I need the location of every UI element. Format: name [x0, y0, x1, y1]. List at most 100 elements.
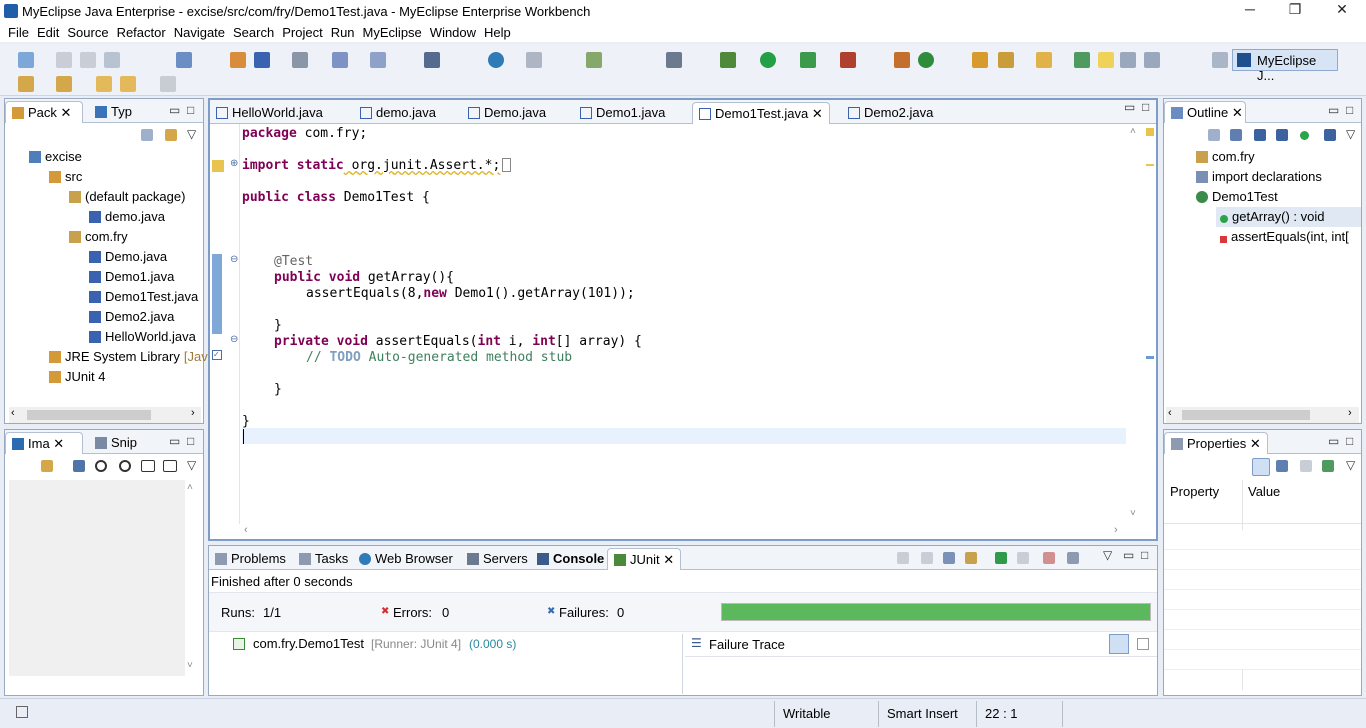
- code-line-10[interactable]: }: [274, 382, 282, 398]
- history-icon[interactable]: [1067, 552, 1079, 564]
- view-menu-icon[interactable]: ▽: [1103, 548, 1112, 562]
- horizontal-scrollbar[interactable]: ‹ ›: [1166, 407, 1359, 423]
- minimize-icon[interactable]: ▭: [1328, 434, 1339, 448]
- tree-item-src[interactable]: src: [5, 167, 203, 187]
- compare-icon[interactable]: [1137, 638, 1149, 650]
- tab-properties[interactable]: Properties ✕: [1164, 432, 1268, 454]
- code-line-9[interactable]: // TODO Auto-generated method stub: [306, 350, 572, 366]
- nav-back-icon[interactable]: [120, 76, 136, 92]
- show-whitespace-icon[interactable]: [1144, 52, 1160, 68]
- image-icon[interactable]: [586, 52, 602, 68]
- close-button[interactable]: ✕: [1324, 1, 1360, 21]
- close-icon[interactable]: ✕: [663, 552, 674, 567]
- tab-helloworld-java[interactable]: HelloWorld.java: [210, 102, 329, 124]
- new-java-project-icon[interactable]: [894, 52, 910, 68]
- block-select-icon[interactable]: [1120, 52, 1136, 68]
- sort-icon[interactable]: [1230, 129, 1242, 141]
- search-tool-icon[interactable]: [370, 52, 386, 68]
- code-line-11[interactable]: }: [242, 414, 250, 430]
- zoom-in-icon[interactable]: [119, 460, 131, 472]
- db-icon[interactable]: [526, 52, 542, 68]
- hide-local-types-icon[interactable]: [1324, 129, 1336, 141]
- fold-plus-icon[interactable]: ⊕: [230, 158, 238, 169]
- stop-icon[interactable]: [1043, 552, 1055, 564]
- close-icon[interactable]: ✕: [808, 106, 823, 121]
- view-menu-icon[interactable]: ▽: [187, 127, 196, 141]
- tree-item-jre-system-library[interactable]: JRE System Library [Jav: [5, 347, 208, 367]
- back-icon[interactable]: [96, 76, 112, 92]
- tab-image[interactable]: Ima ✕: [5, 432, 83, 454]
- web-icon[interactable]: [424, 52, 440, 68]
- new-icon[interactable]: [18, 52, 34, 68]
- open-perspective-icon[interactable]: [1212, 52, 1228, 68]
- folder-icon[interactable]: [1036, 52, 1052, 68]
- zoom-out-icon[interactable]: [95, 460, 107, 472]
- tree-item-demo2-java[interactable]: Demo2.java: [5, 307, 203, 327]
- rerun-failed-icon[interactable]: [1017, 552, 1029, 564]
- actual-size-icon[interactable]: [141, 460, 155, 472]
- tab-package-explorer[interactable]: Pack ✕: [5, 101, 83, 123]
- hide-fields-icon[interactable]: [1254, 129, 1266, 141]
- view-menu-icon[interactable]: ▽: [1346, 458, 1355, 472]
- save-icon[interactable]: [56, 52, 72, 68]
- open-task-icon[interactable]: [998, 52, 1014, 68]
- outline-item-method-assertequals[interactable]: assertEquals(int, int[: [1164, 227, 1361, 247]
- deploy-icon[interactable]: [332, 52, 348, 68]
- scroll-right-icon[interactable]: ›: [191, 407, 195, 419]
- menu-refactor[interactable]: Refactor: [117, 25, 166, 40]
- tab-problems[interactable]: Problems: [209, 548, 292, 570]
- external-tools-icon[interactable]: [840, 52, 856, 68]
- maximize-icon[interactable]: □: [187, 434, 194, 448]
- categories-icon[interactable]: [1252, 458, 1270, 476]
- fit-window-icon[interactable]: [163, 460, 177, 472]
- prev-failure-icon[interactable]: [921, 552, 933, 564]
- filter-trace-icon[interactable]: [1109, 634, 1129, 654]
- minimize-icon[interactable]: ▭: [1124, 100, 1135, 114]
- prev-annotation-icon[interactable]: [56, 76, 72, 92]
- new-class-icon[interactable]: [918, 52, 934, 68]
- tree-item-helloworld-java[interactable]: HelloWorld.java: [5, 327, 203, 347]
- scroll-up-icon[interactable]: ˄: [187, 482, 193, 493]
- code-line-1[interactable]: package com.fry;: [242, 126, 367, 142]
- horizontal-scrollbar[interactable]: ‹ ›: [9, 407, 201, 423]
- scroll-right-icon[interactable]: ›: [1348, 407, 1352, 419]
- server-icon[interactable]: [292, 52, 308, 68]
- maximize-icon[interactable]: □: [1346, 434, 1353, 448]
- tab-demo1test-java[interactable]: Demo1Test.java ✕: [692, 102, 830, 124]
- highlight-icon[interactable]: [1098, 52, 1114, 68]
- class-icon[interactable]: [254, 52, 270, 68]
- forward-icon[interactable]: [160, 76, 176, 92]
- rerun-icon[interactable]: [995, 552, 1007, 564]
- fold-minus-icon[interactable]: ⊖: [230, 334, 238, 345]
- link-editor-icon[interactable]: [165, 129, 177, 141]
- tab-servers[interactable]: Servers: [461, 548, 534, 570]
- next-annotation-icon[interactable]: [18, 76, 34, 92]
- tree-item-junit-4[interactable]: JUnit 4: [5, 367, 203, 387]
- menu-edit[interactable]: Edit: [37, 25, 59, 40]
- tab-web-browser[interactable]: Web Browser: [353, 548, 459, 570]
- tab-tasks[interactable]: Tasks: [293, 548, 354, 570]
- pin-icon[interactable]: [1074, 52, 1090, 68]
- coverage-icon[interactable]: [800, 52, 816, 68]
- scroll-left-icon[interactable]: ‹: [1168, 407, 1172, 419]
- tab-console[interactable]: Console: [531, 548, 610, 570]
- menu-run[interactable]: Run: [331, 25, 355, 40]
- scroll-right-icon[interactable]: ›: [1114, 524, 1118, 536]
- close-icon[interactable]: ✕: [1232, 105, 1243, 120]
- hide-static-icon[interactable]: [1276, 129, 1288, 141]
- tab-outline[interactable]: Outline ✕: [1164, 101, 1246, 123]
- fold-minus-icon[interactable]: ⊖: [230, 254, 238, 265]
- code-line-7[interactable]: }: [274, 318, 282, 334]
- fit-icon[interactable]: [73, 460, 85, 472]
- view-menu-icon[interactable]: ▽: [1346, 127, 1355, 141]
- tab-junit[interactable]: JUnit ✕: [607, 548, 682, 570]
- tree-item-demo-java[interactable]: Demo.java: [5, 247, 203, 267]
- scroll-down-icon[interactable]: ˅: [1130, 508, 1136, 519]
- failures-only-icon[interactable]: [943, 552, 955, 564]
- save-all-icon[interactable]: [80, 52, 96, 68]
- perspective-button[interactable]: MyEclipse J...: [1232, 49, 1338, 83]
- outline-item-package[interactable]: com.fry: [1164, 147, 1361, 167]
- camera-icon[interactable]: [666, 52, 682, 68]
- minimize-button[interactable]: ─: [1232, 1, 1268, 21]
- maximize-button[interactable]: ❐: [1277, 1, 1313, 21]
